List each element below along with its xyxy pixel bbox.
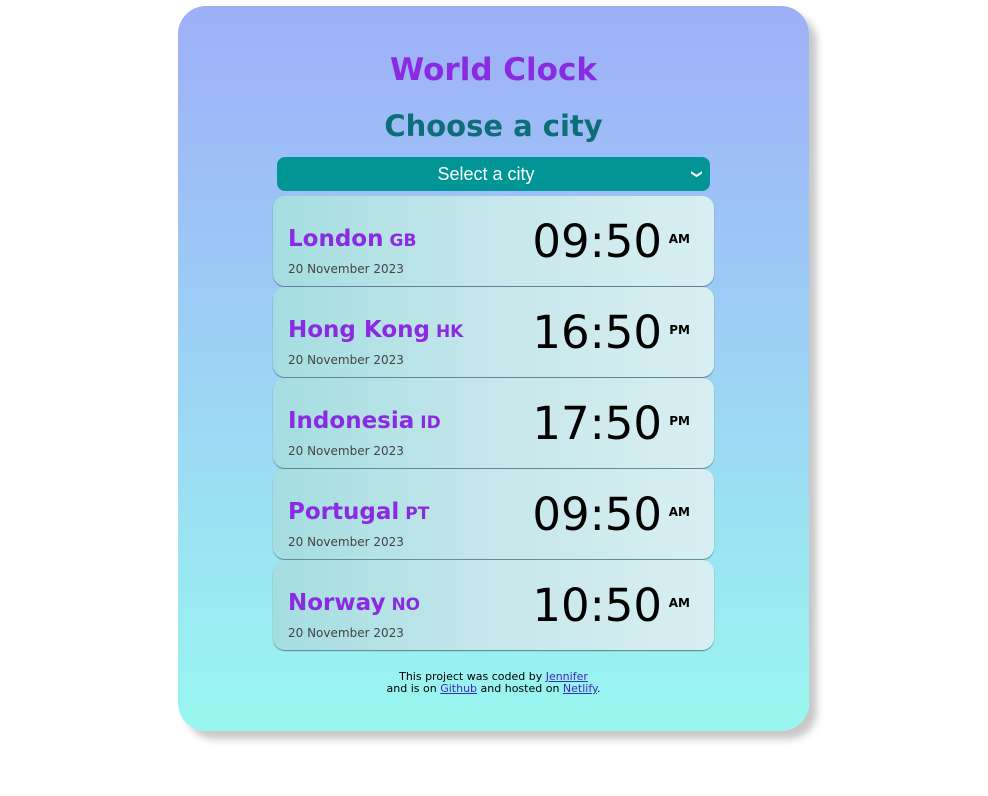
country-code: HK	[435, 322, 464, 342]
city-ampm: PM	[669, 323, 690, 337]
country-code: PT	[405, 504, 430, 524]
footer-line-2: and is on Github and hosted on Netlify.	[386, 682, 601, 695]
city-name: Portugal PT	[288, 499, 430, 525]
country-code: GB	[389, 231, 417, 251]
city-name: London GB	[288, 226, 417, 252]
city-ampm: AM	[668, 596, 690, 610]
city-card-portugal: Portugal PT 20 November 2023 09:50 AM	[273, 469, 714, 559]
footer: This project was coded by Jennifer and i…	[178, 671, 809, 695]
city-ampm: AM	[668, 505, 690, 519]
city-date: 20 November 2023	[288, 626, 404, 640]
city-card-london: London GB 20 November 2023 09:50 AM	[273, 196, 714, 286]
github-link[interactable]: Github	[440, 682, 477, 695]
city-ampm: AM	[668, 232, 690, 246]
city-time: 17:50	[532, 397, 662, 450]
page-title: World Clock	[390, 52, 597, 88]
city-name: Norway NO	[288, 590, 421, 616]
city-name: Hong Kong HK	[288, 317, 464, 343]
country-code: ID	[420, 413, 441, 433]
city-card-norway: Norway NO 20 November 2023 10:50 AM	[273, 560, 714, 650]
city-select[interactable]: Select a city ❮	[277, 157, 710, 191]
city-time: 16:50	[532, 306, 662, 359]
city-date: 20 November 2023	[288, 444, 404, 458]
city-date: 20 November 2023	[288, 535, 404, 549]
city-card-indonesia: Indonesia ID 20 November 2023 17:50 PM	[273, 378, 714, 468]
city-card-hong-kong: Hong Kong HK 20 November 2023 16:50 PM	[273, 287, 714, 377]
city-time: 09:50	[532, 488, 662, 541]
city-time: 10:50	[532, 579, 662, 632]
city-time: 09:50	[532, 215, 662, 268]
city-name: Indonesia ID	[288, 408, 441, 434]
world-clock-app: World Clock Choose a city Select a city …	[178, 6, 809, 731]
city-date: 20 November 2023	[288, 262, 404, 276]
netlify-link[interactable]: Netlify	[563, 682, 597, 695]
city-ampm: PM	[669, 414, 690, 428]
city-select-value: Select a city	[437, 164, 535, 184]
page-subtitle: Choose a city	[384, 109, 603, 143]
city-date: 20 November 2023	[288, 353, 404, 367]
country-code: NO	[391, 595, 421, 615]
city-list: London GB 20 November 2023 09:50 AM Hong …	[273, 196, 714, 651]
chevron-down-icon: ❮	[689, 169, 703, 179]
